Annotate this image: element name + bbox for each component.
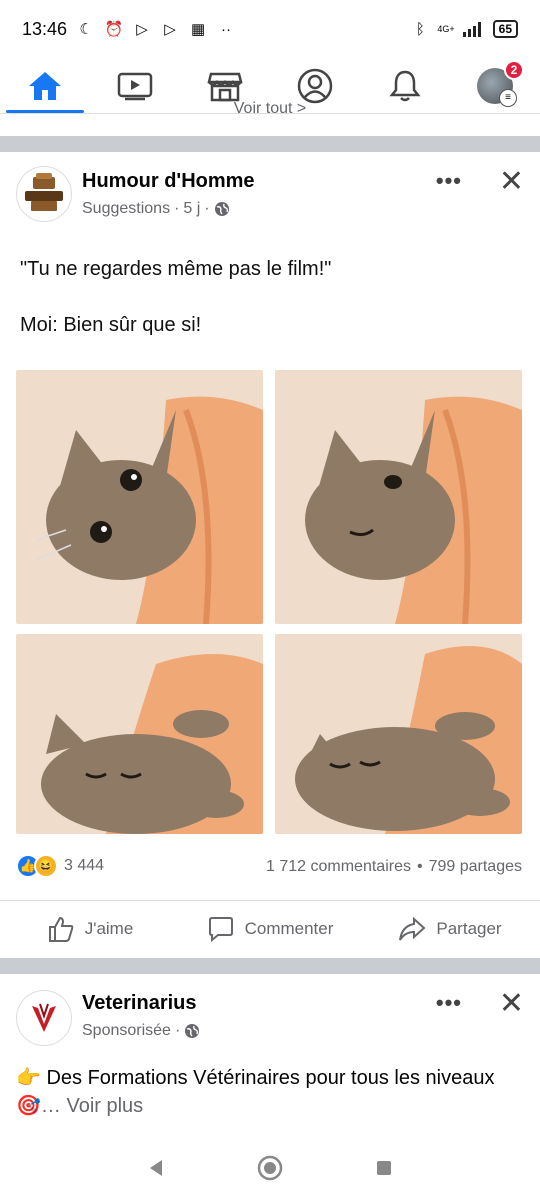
cat-asleep-image [16,634,263,834]
play-icon-2: ▷ [164,21,176,38]
post-header-2: Veterinarius Sponsorisée · ••• ✕ [0,974,540,1062]
bluetooth-icon: ᛒ [415,20,425,38]
dnd-moon-icon: ☾ [79,21,93,38]
cat-deep-sleep-image [275,634,522,834]
page-name-2[interactable]: Veterinarius [82,992,197,1015]
system-nav-bar [0,1136,540,1200]
post-header: Humour d'Homme Suggestions · 5 j · ••• ✕ [0,152,540,240]
pointing-hand-icon: 👉 [16,1067,41,1089]
sponsored-label[interactable]: Sponsorisée [82,1022,171,1040]
meme-caption-2: Moi: Bien sûr que si! [20,314,202,336]
meme-panel-3 [16,634,263,834]
post-time[interactable]: 5 j [183,200,200,218]
more-options-icon[interactable]: ••• [436,168,462,194]
sponsored-post-text: 👉 Des Formations Vétérinaires pour tous … [16,1064,516,1120]
home-circle-icon[interactable] [257,1155,283,1181]
post-image[interactable]: "Tu ne regardes même pas le film!" Moi: … [0,236,540,836]
meta-separator-3: · [174,1022,181,1039]
post-stats: 👍 😆 3 444 1 712 commentaires • 799 parta… [0,846,540,890]
like-button[interactable]: J'aime [0,901,180,956]
post-meta-2: Sponsorisée · [82,1022,200,1040]
signal-icon [462,22,481,37]
meme-caption-1: "Tu ne regardes même pas le film!" [20,258,332,280]
target-icon: 🎯 [16,1095,41,1117]
page-name[interactable]: Humour d'Homme [82,170,255,193]
post-separator [0,136,540,152]
see-more-link[interactable]: … Voir plus [41,1095,143,1117]
globe-icon-2 [185,1024,200,1038]
globe-icon [214,202,229,216]
post-meta: Suggestions · 5 j · [82,200,230,218]
humour-logo-icon [25,173,63,211]
back-icon[interactable] [146,1158,166,1178]
page-logo[interactable] [16,166,72,222]
meta-separator-2: · [204,200,210,217]
close-icon-2[interactable]: ✕ [499,986,524,1021]
recents-icon[interactable] [374,1158,394,1178]
share-label: Partager [436,918,502,938]
share-icon [399,916,426,941]
play-icon: ▷ [136,21,148,38]
status-bar: 13:46 ☾ ⏰ ▷ ▷ ▦ ·· ᛒ 4G+ 65 [0,0,540,58]
shares-count[interactable]: 799 partages [429,858,522,876]
network-type: 4G+ [437,23,455,34]
more-options-icon-2[interactable]: ••• [436,990,462,1016]
more-dots-icon: ·· [221,20,232,38]
post-actions: J'aime Commenter Partager [0,900,540,956]
status-time: 13:46 [22,18,68,39]
veterinarius-logo-icon [32,1003,56,1032]
meme-panel-2 [275,370,522,624]
stats-separator: • [416,858,423,875]
sponsored-text-body: Des Formations Vétérinaires pour tous le… [46,1067,495,1089]
cat-awake-image [16,370,263,624]
qr-icon: ▦ [190,21,206,38]
meta-separator: · [174,200,180,217]
suggestion-label: Suggestions [82,200,171,217]
close-icon[interactable]: ✕ [499,164,524,199]
comment-button[interactable]: Commenter [180,901,360,956]
page-logo-2[interactable] [16,990,72,1046]
meme-panel-1 [16,370,263,624]
comment-icon [208,916,233,942]
reactions-summary[interactable]: 👍 😆 3 444 [16,854,104,878]
battery-level: 65 [492,20,518,38]
cat-sleepy-image [275,370,522,624]
meme-panel-4 [275,634,522,834]
alarm-icon: ⏰ [104,21,124,38]
notification-badge: 2 [504,60,524,80]
comments-count[interactable]: 1 712 commentaires [266,858,411,876]
reactions-count: 3 444 [64,857,105,874]
comment-label: Commenter [244,918,334,938]
thumbs-up-icon [48,916,74,942]
post-separator-2 [0,958,540,974]
share-button[interactable]: Partager [360,901,540,956]
like-label: J'aime [84,918,134,938]
haha-reaction-icon: 😆 [34,854,58,878]
